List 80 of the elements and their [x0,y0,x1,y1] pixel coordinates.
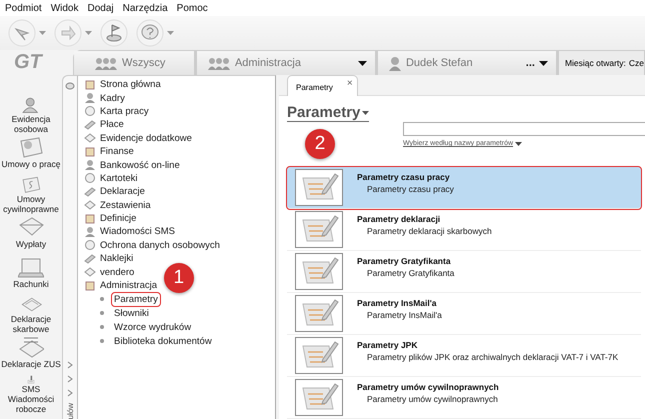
person-icon [388,56,402,70]
row-title: Parametry Gratyfikanta [357,256,452,266]
search-field[interactable] [403,122,645,136]
tree-item[interactable]: Bankowość on-line [78,158,180,172]
row-title: Parametry JPK [357,340,418,350]
menu-item[interactable]: Podmiot [5,2,42,14]
bullet-icon [100,339,104,344]
tree-item[interactable]: Deklaracje [78,185,145,199]
tree-item[interactable]: Słowniki [112,306,151,320]
row-title: Parametry InsMail'a [357,298,438,308]
document-tab[interactable]: Parametry [296,76,333,92]
menu-item[interactable]: Dodaj [87,2,114,14]
tree-item[interactable]: Naklejki [78,252,134,266]
people-icon [94,56,118,70]
document-pen-icon [295,379,343,416]
sidebar-item[interactable]: Umowy cywilnoprawne [0,194,62,214]
tree-item[interactable]: Strona główna [78,78,161,92]
tree-item[interactable]: Wiadomości SMS [78,225,175,239]
row-description: Parametry plików JPK oraz archiwalnych deklaracji VAT-7 i VAT-7K [366,352,618,362]
tree-item[interactable]: Płace [78,118,124,132]
sidebar-item[interactable]: Ewidencja osobowa [0,114,62,134]
document-pen-icon [295,253,343,290]
bullet-icon [100,311,104,316]
tree-item[interactable]: Finanse [78,144,134,158]
row-description: Parametry InsMail'a [366,310,442,320]
caret-icon[interactable] [538,60,548,66]
tree-item[interactable]: Ewidencje dodatkowe [78,132,192,145]
context-tab[interactable]: Wszyscy [74,51,197,75]
caret-icon [515,142,522,146]
document-pen-icon [295,337,343,374]
document-pen-icon [295,169,343,206]
tree-item[interactable]: Karta pracy [78,104,149,118]
context-tab[interactable]: Administracja [196,51,378,75]
page-title-menu[interactable]: Parametry [287,104,370,122]
tree-item[interactable]: Ochrona danych osobowych [78,238,220,252]
tree-item[interactable]: Kartoteki [78,172,138,186]
bullet-icon [100,297,104,302]
logo: GT [13,51,44,74]
sidebar-item[interactable]: SMS Wiadomości robocze [0,384,62,414]
menu-item[interactable]: Widok [50,2,78,14]
row-description: Parametry deklaracji skarbowych [366,226,492,236]
menu-item[interactable]: Pomoc [176,2,208,14]
parameter-row[interactable]: Parametry deklaracji Parametry deklaracji skarbowych [287,209,641,251]
tree-item[interactable]: Wzorce wydruków [112,320,194,334]
sidebar-item[interactable]: Deklaracje ZUS [1,359,61,369]
caret-icon [362,110,370,114]
document-pen-icon [295,295,343,332]
period-value[interactable]: Cze [628,58,644,68]
parameter-row[interactable]: Parametry umów cywilnoprawnych Parametry umów cywilnoprawnych [287,377,641,419]
parameter-row[interactable]: Parametry InsMail'a Parametry InsMail'a [287,293,641,335]
row-description: Parametry Gratyfikanta [366,268,454,278]
tree-item[interactable]: Parametry [112,292,160,306]
tree-item[interactable]: Definicje [78,212,136,226]
row-title: Parametry umów cywilnoprawnych [357,382,499,392]
document-pen-icon [295,211,343,248]
sidebar-item[interactable]: Umowy o pracę [1,159,61,169]
panel-label: ułów [66,402,74,419]
bullet-icon [100,325,104,330]
parameter-row[interactable]: Parametry czasu pracy Parametry czasu pracy [287,167,641,209]
close-button[interactable]: × [346,76,353,89]
parameter-row[interactable]: Parametry Gratyfikanta Parametry Gratyfikanta [287,251,641,293]
sidebar-item[interactable]: Rachunki [13,279,49,289]
caret-icon[interactable] [358,60,367,66]
people-icon [206,56,231,70]
row-description: Parametry czasu pracy [366,184,454,194]
sidebar-item[interactable]: Deklaracje skarbowe [0,314,62,334]
tree-item[interactable]: Zestawienia [78,198,151,212]
sidebar-item[interactable]: Wypłaty [16,239,46,249]
period-label: Miesiąc otwarty: [564,58,626,68]
help-icon[interactable] [136,19,164,47]
tree-item[interactable]: Kadry [78,91,125,105]
menu-item[interactable]: Narzędzia [122,2,168,14]
row-title: Parametry czasu pracy [357,172,451,182]
context-tab[interactable]: Dudek Stefan ... [378,51,559,75]
row-description: Parametry umów cywilnoprawnych [366,394,499,404]
parameter-row[interactable]: Parametry JPK Parametry plików JPK oraz archiwalnych deklaracji VAT-7 i VAT-7K [287,335,641,377]
row-title: Parametry deklaracji [357,214,442,224]
tree-item[interactable]: vendero [78,265,134,279]
tree-item[interactable]: Administracja [78,278,158,292]
tree-item[interactable]: Biblioteka dokumentów [112,334,214,348]
